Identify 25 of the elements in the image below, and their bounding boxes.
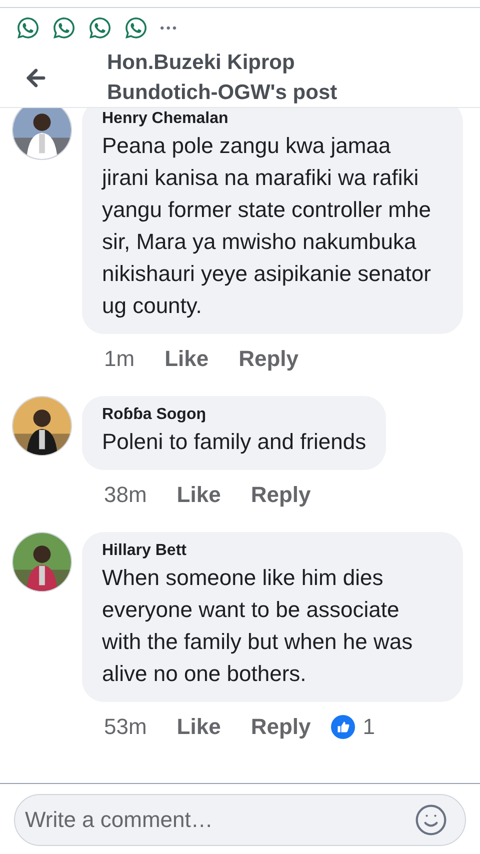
like-button[interactable]: Like [164, 344, 209, 374]
like-button[interactable]: Like [176, 480, 221, 510]
like-reaction-icon [330, 715, 355, 739]
comment-author[interactable]: Roɓɓa Sogoŋ [102, 404, 366, 426]
page-title: Hon.Buzeki Kiprop Bundotich-OGW's post [107, 50, 338, 106]
emoji-icon[interactable] [414, 803, 448, 837]
reply-button[interactable]: Reply [250, 480, 311, 510]
comment-author[interactable]: Henry Chemalan [102, 108, 443, 130]
comment-text: Peana pole zangu kwa jamaa jirani kanisa na marafiki wa rafiki yangu former state controller mhe sir, Mara ya mwisho nakumbuka nikishauri yeye asipikanie senator ug county. [102, 132, 432, 320]
comment-field[interactable]: Write a comment… [14, 794, 466, 846]
comment-time: 1m [104, 345, 135, 373]
comment-author[interactable]: Hillary Bett [102, 540, 443, 562]
comment-text: When someone like him dies everyone want to be associate with the family but when he was alive no one bothers. [102, 564, 414, 688]
comment-time: 53m [104, 713, 147, 741]
reaction-count: 1 [362, 713, 375, 741]
more-notifications: ••• [160, 20, 179, 37]
chat-notification-icon [52, 16, 76, 40]
reply-button[interactable]: Reply [250, 712, 311, 742]
reply-button[interactable]: Reply [238, 344, 299, 374]
comment-time: 38m [104, 481, 147, 509]
like-button[interactable]: Like [176, 712, 221, 742]
chat-notification-icon [124, 16, 148, 40]
chat-notification-icon [88, 16, 112, 40]
chat-notification-icon [16, 16, 40, 40]
comment-text: Poleni to family and friends [102, 428, 366, 456]
